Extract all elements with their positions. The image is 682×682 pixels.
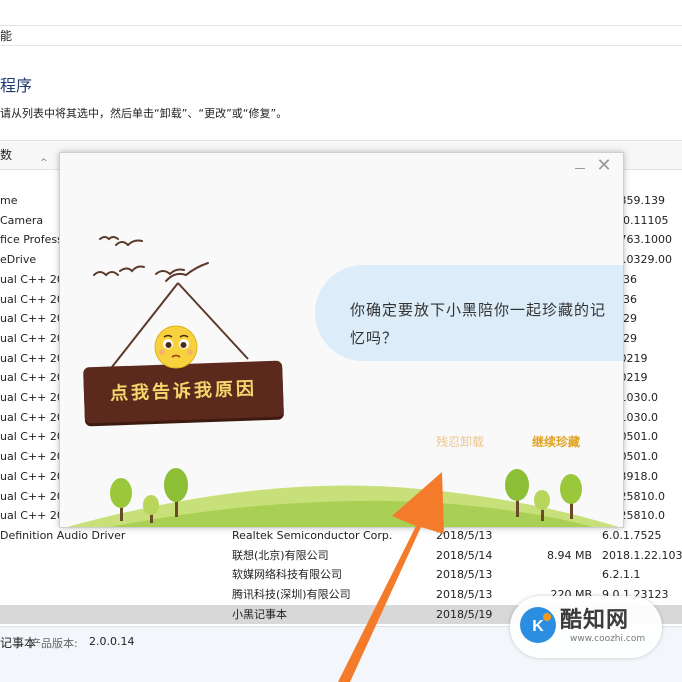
product-version-label: 产品版本: xyxy=(30,637,78,650)
program-name: eDrive xyxy=(0,253,37,267)
install-date: 2018/5/19 xyxy=(436,607,493,621)
crying-face-icon xyxy=(154,325,198,369)
program-name: ual C++ 20 xyxy=(0,430,64,444)
program-name: ual C++ 20 xyxy=(0,312,64,326)
program-publisher: 软媒网络科技有限公司 xyxy=(232,568,342,582)
page-description: 请从列表中将其选中，然后单击“卸载”、“更改”或“修复”。 xyxy=(0,107,288,120)
program-name: ual C++ 20 xyxy=(0,489,64,503)
program-version: 6.0.1.7525 xyxy=(602,528,662,542)
column-header-name[interactable]: 数 xyxy=(0,148,12,162)
program-name: ual C++ 20 xyxy=(0,272,64,286)
program-row[interactable]: 联想(北京)有限公司 2018/5/14 8.94 MB 2018.1.22.1032 xyxy=(0,546,682,566)
program-name: me xyxy=(0,194,18,207)
program-name: ual C++ 20 xyxy=(0,292,64,306)
program-name: ual C++ 20 xyxy=(0,450,64,464)
svg-text:K: K xyxy=(532,618,544,635)
confirm-message: 你确定要放下小黑陪你一起珍藏的记忆吗？ xyxy=(350,301,607,347)
install-date: 2018/5/13 xyxy=(436,568,493,582)
program-version: 2018.1.22.1032 xyxy=(602,548,682,562)
breadcrumb-label: 能 xyxy=(0,29,13,43)
program-size: 8.94 MB xyxy=(546,548,592,562)
product-version-value: 2.0.0.14 xyxy=(89,635,135,648)
program-name: ual C++ 20 xyxy=(0,331,64,345)
program-name: Definition Audio Driver xyxy=(0,528,126,542)
watermark-title: 酷知网 xyxy=(560,608,630,633)
program-name: fice Profess xyxy=(0,233,63,247)
program-name: ual C++ 20 xyxy=(0,371,64,385)
window-top-bar xyxy=(0,0,682,26)
program-version: 6.2.1.1 xyxy=(602,568,641,582)
hill-trees-illustration xyxy=(67,468,619,527)
coozhi-watermark: K 酷知网 www.coozhi.com xyxy=(510,596,662,658)
program-name: ual C++ 20 xyxy=(0,351,64,365)
program-name: ual C++ 20 xyxy=(0,410,64,424)
program-name: ual C++ 20 xyxy=(0,469,64,483)
program-name: Camera xyxy=(0,213,44,227)
page-title: 程序 xyxy=(0,76,33,95)
program-row[interactable]: Definition Audio Driver Realtek Semicondu… xyxy=(0,526,682,546)
program-publisher: Realtek Semiconductor Corp. xyxy=(232,528,393,542)
program-publisher: 联想(北京)有限公司 xyxy=(232,548,329,562)
program-row[interactable]: 软媒网络科技有限公司 2018/5/13 6.2.1.1 xyxy=(0,565,682,585)
watermark-url: www.coozhi.com xyxy=(570,634,646,644)
program-publisher: 小黑记事本 xyxy=(232,607,287,621)
program-name: ual C++ 20 xyxy=(0,509,64,523)
program-publisher: 腾讯科技(深圳)有限公司 xyxy=(232,588,351,601)
program-name: ual C++ 20 xyxy=(0,391,64,404)
install-date: 2018/5/13 xyxy=(436,528,493,542)
uninstall-dialog: ✕ 点我告诉我原因 你确定要放下小黑陪你一起珍藏的记忆吗？ 残忍卸载 继续珍藏 xyxy=(59,152,624,528)
breadcrumb: 能 xyxy=(0,26,682,46)
coozhi-logo-icon: K xyxy=(520,607,556,643)
sort-up-icon: ^ xyxy=(40,158,48,168)
